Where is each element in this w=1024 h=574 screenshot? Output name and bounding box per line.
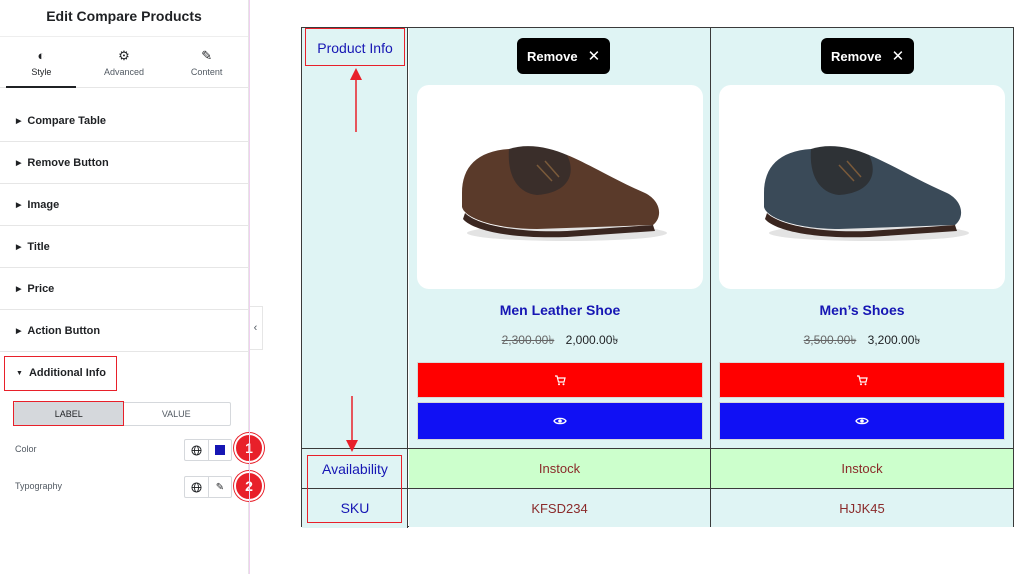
pencil-icon[interactable]: ✎ [208, 477, 231, 497]
pencil-icon: ✎ [201, 47, 213, 63]
app-root: Edit Compare Products ◐ Style ⚙ Advanced… [0, 0, 1024, 574]
tab-advanced-label: Advanced [103, 66, 145, 77]
color-control-label: Color [15, 444, 37, 454]
eye-icon [553, 417, 567, 425]
shoe-image [462, 146, 667, 241]
close-icon: ✕ [891, 48, 905, 65]
caret-right-icon: ▶ [16, 285, 22, 293]
caret-right-icon: ▶ [16, 117, 22, 125]
section-compare-table[interactable]: ▶ Compare Table [0, 100, 248, 142]
panel-tabs: ◐ Style ⚙ Advanced ✎ Content [0, 36, 248, 88]
quick-view-button[interactable] [417, 402, 703, 440]
highlight-additional-info [4, 356, 117, 391]
arrow-down-annotation [346, 396, 358, 452]
section-image[interactable]: ▶ Image [0, 184, 248, 226]
tab-content[interactable]: ✎ Content [165, 37, 248, 87]
section-action-button[interactable]: ▶ Action Button [0, 310, 248, 352]
section-label: Price [27, 282, 55, 295]
availability-value: Instock [409, 449, 711, 488]
highlight-product-info [305, 28, 405, 66]
shoe-image [764, 146, 969, 241]
product-title[interactable]: Men’s Shoes [711, 302, 1013, 318]
globe-icon[interactable] [185, 477, 208, 497]
toggle-value-button[interactable]: VALUE [123, 403, 231, 425]
cart-icon [555, 374, 566, 385]
old-price: 3,500.00৳ [803, 333, 857, 347]
add-to-cart-button[interactable] [417, 362, 703, 398]
eye-icon [855, 417, 869, 425]
remove-button[interactable]: Remove ✕ [821, 38, 915, 74]
caret-right-icon: ▶ [16, 243, 22, 251]
product-image[interactable] [417, 85, 703, 289]
current-price: 3,200.00৳ [867, 333, 921, 347]
add-to-cart-button[interactable] [719, 362, 1005, 398]
product-column: Remove ✕ Men Leather Shoe 2,300.00৳ 2,00… [409, 28, 711, 448]
section-title[interactable]: ▶ Title [0, 226, 248, 268]
color-swatch-button[interactable] [208, 440, 231, 460]
section-label: Image [27, 198, 60, 211]
section-label: Action Button [27, 324, 101, 337]
product-price: 2,300.00৳ 2,000.00৳ [409, 332, 711, 352]
availability-value: Instock [711, 449, 1013, 488]
tab-advanced[interactable]: ⚙ Advanced [83, 37, 166, 87]
tab-content-label: Content [190, 66, 223, 77]
product-title[interactable]: Men Leather Shoe [409, 302, 711, 318]
section-label: Compare Table [27, 114, 107, 127]
section-label: Title [27, 240, 50, 253]
cart-icon [857, 374, 868, 385]
remove-button[interactable]: Remove ✕ [517, 38, 611, 74]
section-remove-button[interactable]: ▶ Remove Button [0, 142, 248, 184]
close-icon: ✕ [587, 48, 601, 65]
typography-control-label: Typography [15, 481, 63, 491]
caret-right-icon: ▶ [16, 159, 22, 167]
product-price: 3,500.00৳ 3,200.00৳ [711, 332, 1013, 352]
tab-style[interactable]: ◐ Style [0, 37, 83, 88]
tab-style-label: Style [31, 66, 52, 77]
sku-value: HJJK45 [711, 489, 1013, 527]
product-column: Remove ✕ Men’s Shoes 3,500.00৳ 3,200.00৳ [711, 28, 1013, 448]
highlight-label-toggle [13, 401, 124, 426]
panel-collapse-handle[interactable]: ‹ [249, 306, 263, 350]
caret-right-icon: ▶ [16, 201, 22, 209]
typography-control: ✎ [184, 476, 232, 498]
style-sections: ▶ Compare Table ▶ Remove Button ▶ Image ▶ Ti… [0, 100, 248, 394]
globe-icon[interactable] [185, 440, 208, 460]
gear-icon: ⚙ [118, 47, 130, 63]
caret-right-icon: ▶ [16, 327, 22, 335]
product-image[interactable] [719, 85, 1005, 289]
chevron-left-icon: ‹ [253, 322, 258, 334]
old-price: 2,300.00৳ [501, 333, 555, 347]
current-price: 2,000.00৳ [565, 333, 619, 347]
section-price[interactable]: ▶ Price [0, 268, 248, 310]
arrow-up-annotation [350, 68, 362, 132]
remove-label: Remove [831, 48, 882, 64]
compare-table: Product Info Availability SKU Remove ✕ M… [301, 27, 1014, 528]
panel-title: Edit Compare Products [46, 8, 202, 24]
sku-value: KFSD234 [409, 489, 711, 527]
panel-divider [249, 0, 250, 574]
color-swatch [215, 445, 225, 455]
editor-panel: Edit Compare Products ◐ Style ⚙ Advanced… [0, 0, 264, 574]
section-label: Remove Button [27, 156, 109, 169]
remove-label: Remove [527, 48, 578, 64]
quick-view-button[interactable] [719, 402, 1005, 440]
highlight-availability-sku [307, 455, 402, 523]
half-circle-icon: ◐ [37, 47, 46, 63]
color-control [184, 439, 232, 461]
